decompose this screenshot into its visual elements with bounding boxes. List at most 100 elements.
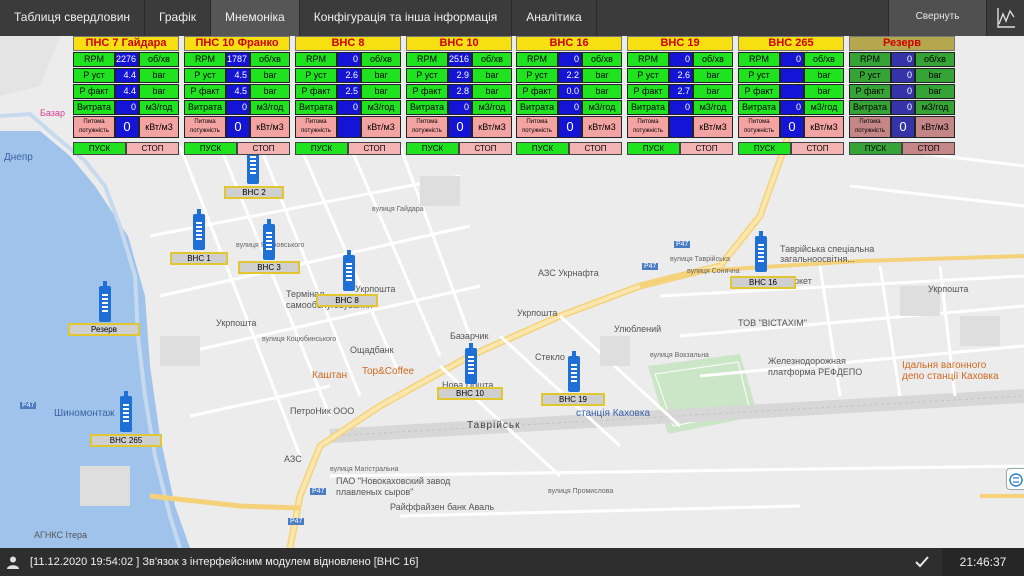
flow-row: Витрата 0 м3/год <box>849 100 955 115</box>
start-button[interactable]: ПУСК <box>849 142 902 155</box>
pressure-set-value <box>780 68 804 83</box>
stop-button[interactable]: СТОП <box>126 142 179 155</box>
road-sign-p47-4: P47 <box>310 488 327 495</box>
well-label-vns-19: ВНС 19 <box>541 393 605 406</box>
flow-unit: м3/год <box>582 100 622 115</box>
power-row: Питома потужність кВт/м3 <box>627 116 733 138</box>
map-label-depo: Ідальня вагонного депо станції Каховка <box>902 360 999 382</box>
map-label-azs: АЗС <box>284 454 302 464</box>
start-button[interactable]: ПУСК <box>406 142 459 155</box>
collapse-button[interactable]: Свернуть <box>888 0 986 36</box>
map-label-market: ркет <box>794 276 812 286</box>
flow-row: Витрата 0 м3/год <box>738 100 844 115</box>
rpm-value: 0 <box>891 52 915 67</box>
pressure-set-row: Р уст bar <box>738 68 844 83</box>
pressure-set-value: 4.4 <box>115 68 139 83</box>
flow-label: Витрата <box>738 100 780 115</box>
power-value: 0 <box>226 116 250 138</box>
control-buttons: ПУСК СТОП <box>406 142 512 155</box>
station-panel: ВНС 10 RPM 2516 об/хв Р уст 2.9 bar Р факт 2.8 ba… <box>406 36 512 155</box>
pressure-set-row: Р уст 4.4 bar <box>73 68 179 83</box>
flow-label: Витрата <box>295 100 337 115</box>
flow-value: 0 <box>226 100 250 115</box>
stop-button[interactable]: СТОП <box>680 142 733 155</box>
side-panel-toggle[interactable] <box>1006 468 1024 490</box>
stop-button[interactable]: СТОП <box>791 142 844 155</box>
rpm-row: RPM 0 об/хв <box>295 52 401 67</box>
tab-mnemonics[interactable]: Мнемоніка <box>211 0 300 36</box>
flow-row: Витрата 0 м3/год <box>516 100 622 115</box>
pressure-actual-unit: bar <box>915 84 955 99</box>
pressure-set-value: 4.5 <box>226 68 250 83</box>
tab-configuration[interactable]: Конфігурація та інша інформація <box>300 0 513 36</box>
stop-button[interactable]: СТОП <box>902 142 955 155</box>
start-button[interactable]: ПУСК <box>516 142 569 155</box>
tab-analytics[interactable]: Аналітика <box>512 0 597 36</box>
start-button[interactable]: ПУСК <box>184 142 237 155</box>
map-label-topcoffee: Top&Coffee <box>362 366 415 377</box>
pressure-actual-row: Р факт 0.0 bar <box>516 84 622 99</box>
start-button[interactable]: ПУСК <box>627 142 680 155</box>
rpm-row: RPM 0 об/хв <box>516 52 622 67</box>
pressure-actual-unit: bar <box>250 84 290 99</box>
map-label-street-vokzalna: вулиця Вокзальна <box>650 352 709 359</box>
road-sign-p47-3: P47 <box>20 402 37 409</box>
stop-button[interactable]: СТОП <box>237 142 290 155</box>
rpm-label: RPM <box>738 52 780 67</box>
power-label: Питома потужність <box>627 116 669 138</box>
map-label-agnks: АГНКС Ітера <box>34 530 88 540</box>
pressure-actual-row: Р факт bar <box>738 84 844 99</box>
acknowledge-button[interactable] <box>908 548 936 576</box>
well-label-vns-265: ВНС 265 <box>90 434 162 447</box>
rpm-value: 2276 <box>115 52 139 67</box>
flow-row: Витрата 0 м3/год <box>184 100 290 115</box>
pressure-set-row: Р уст 2.9 bar <box>406 68 512 83</box>
station-title: ВНС 19 <box>627 36 733 51</box>
map-label-bazarchik: Базарчик <box>450 331 489 341</box>
map-label-tavriysk: Таврійськ <box>467 420 521 431</box>
start-button[interactable]: ПУСК <box>73 142 126 155</box>
rpm-value: 0 <box>337 52 361 67</box>
station-title: ВНС 8 <box>295 36 401 51</box>
power-unit: кВт/м3 <box>582 116 622 138</box>
flow-label: Витрата <box>73 100 115 115</box>
power-value: 0 <box>448 116 472 138</box>
map-label-ukrposhta-2: Укрпошта <box>355 284 396 294</box>
well-label-vns-10: ВНС 10 <box>437 387 503 400</box>
start-button[interactable]: ПУСК <box>738 142 791 155</box>
tab-graph[interactable]: Графік <box>145 0 212 36</box>
pressure-actual-unit: bar <box>139 84 179 99</box>
pressure-set-label: Р уст <box>295 68 337 83</box>
map-label-steklo: Стекло <box>535 352 565 362</box>
map-label-vistakhim: ТОВ "ВІСТАХІМ" <box>738 318 807 328</box>
stop-button[interactable]: СТОП <box>348 142 401 155</box>
start-button[interactable]: ПУСК <box>295 142 348 155</box>
flow-value: 0 <box>558 100 582 115</box>
rpm-unit: об/хв <box>693 52 733 67</box>
power-value: 0 <box>891 116 915 138</box>
rpm-value: 1787 <box>226 52 250 67</box>
pressure-actual-label: Р факт <box>406 84 448 99</box>
map-label-dnipro: Днепр <box>4 152 33 163</box>
power-label: Питома потужність <box>849 116 891 138</box>
station-panel: Резерв RPM 0 об/хв Р уст 0 bar Р факт 0 bar Витрат… <box>849 36 955 155</box>
checkmark-icon <box>915 556 929 568</box>
power-label: Питома потужність <box>516 116 558 138</box>
rpm-row: RPM 0 об/хв <box>738 52 844 67</box>
pump-icon <box>755 231 767 272</box>
stop-button[interactable]: СТОП <box>569 142 622 155</box>
pressure-actual-value <box>780 84 804 99</box>
status-bar: [11.12.2020 19:54:02 ] Зв'язок з інтерфе… <box>0 548 1024 576</box>
rpm-value: 2516 <box>448 52 472 67</box>
rpm-label: RPM <box>849 52 891 67</box>
power-label: Питома потужність <box>295 116 337 138</box>
tab-wells-table[interactable]: Таблиця свердловин <box>0 0 146 36</box>
flow-unit: м3/год <box>139 100 179 115</box>
pressure-set-row: Р уст 0 bar <box>849 68 955 83</box>
stop-button[interactable]: СТОП <box>459 142 512 155</box>
chart-view-button[interactable] <box>986 0 1024 36</box>
power-row: Питома потужність кВт/м3 <box>295 116 401 138</box>
rpm-unit: об/хв <box>915 52 955 67</box>
pressure-actual-label: Р факт <box>849 84 891 99</box>
station-title: ВНС 265 <box>738 36 844 51</box>
